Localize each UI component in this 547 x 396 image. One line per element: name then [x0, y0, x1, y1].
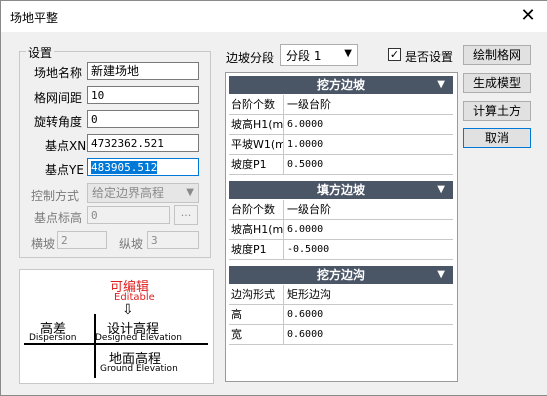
- control-mode-value: 给定边界高程: [92, 186, 165, 200]
- settings-group: [19, 51, 211, 258]
- slope-property-panel: 挖方边坡 ▼ 台阶个数一级台阶 坡高H1(m)6.0000 平坡W1(m)1.0…: [225, 72, 458, 382]
- row-key: 边沟形式: [231, 285, 284, 304]
- table-row[interactable]: 坡度P1 -0.5000: [229, 240, 453, 260]
- base-ye-selected-text: 483905.512: [91, 161, 158, 174]
- is-set-label: 是否设置: [405, 50, 454, 64]
- base-xn-input[interactable]: 4732362.521: [87, 134, 199, 152]
- site-name-input[interactable]: 新建场地: [87, 62, 199, 80]
- slope-segment-select[interactable]: 分段 1 ▼: [280, 44, 358, 66]
- row-key: 台阶个数: [231, 95, 284, 114]
- section-header-excavation-ditch[interactable]: 挖方边沟 ▼: [229, 266, 453, 284]
- section-title: 挖方边坡: [316, 78, 365, 92]
- table-row[interactable]: 坡度P1 0.5000: [229, 155, 453, 175]
- settings-group-title: 设置: [26, 44, 55, 61]
- site-leveling-dialog: 场地平整 ✕ 设置 场地名称 新建场地 格网间距 10 旋转角度 0 基点XN …: [0, 0, 547, 396]
- collapse-triangle-icon: ▼: [437, 269, 445, 280]
- row-value[interactable]: 0.5000: [287, 155, 323, 174]
- row-value[interactable]: 矩形边沟: [287, 285, 331, 304]
- row-key: 宽: [231, 325, 284, 344]
- site-name-label: 场地名称: [34, 66, 83, 80]
- section-header-fill-slope[interactable]: 填方边坡 ▼: [229, 181, 453, 199]
- draw-grid-button[interactable]: 绘制格网: [463, 45, 531, 65]
- designed-en-label: Designed Elevation: [95, 333, 182, 343]
- row-key: 坡度P1: [231, 155, 284, 174]
- elevation-diagram: 可编辑 Editable ⇩ 高差 Dispersion 设计高程 Design…: [19, 269, 214, 384]
- row-key: 坡高H1(m): [231, 115, 284, 134]
- section-title: 挖方边沟: [316, 268, 365, 282]
- cancel-button[interactable]: 取消: [463, 128, 531, 148]
- cross-slope-input[interactable]: 2: [57, 231, 107, 249]
- ground-en-label: Ground Elevation: [100, 364, 178, 374]
- cross-slope-label: 横坡: [31, 237, 56, 251]
- window-title: 场地平整: [10, 11, 59, 25]
- section-title: 填方边坡: [316, 183, 365, 197]
- row-key: 平坡W1(m): [231, 135, 284, 154]
- row-value[interactable]: 一级台阶: [287, 95, 331, 114]
- grid-spacing-label: 格网间距: [34, 91, 83, 105]
- is-set-checkbox[interactable]: ✓: [388, 48, 401, 61]
- control-mode-select[interactable]: 给定边界高程 ▼: [87, 183, 199, 203]
- generate-model-button[interactable]: 生成模型: [463, 73, 531, 93]
- collapse-triangle-icon: ▼: [437, 79, 445, 90]
- table-row[interactable]: 平坡W1(m)1.0000: [229, 135, 453, 155]
- base-ye-label: 基点YE: [45, 163, 84, 177]
- row-value[interactable]: 0.6000: [287, 305, 323, 324]
- chevron-down-icon: ▼: [344, 48, 352, 59]
- base-elev-label: 基点标高: [34, 211, 83, 225]
- table-row[interactable]: 坡高H1(m) 6.0000: [229, 115, 453, 135]
- grid-spacing-input[interactable]: 10: [87, 86, 199, 104]
- calculate-earthwork-button[interactable]: 计算土方: [463, 101, 531, 121]
- rotation-label: 旋转角度: [34, 115, 83, 129]
- table-row[interactable]: 宽 0.6000: [229, 325, 453, 345]
- row-value[interactable]: -0.5000: [287, 240, 329, 259]
- row-value[interactable]: 1.0000: [287, 135, 323, 154]
- row-value[interactable]: 一级台阶: [287, 200, 331, 219]
- row-value[interactable]: 6.0000: [287, 220, 323, 239]
- row-key: 台阶个数: [231, 200, 284, 219]
- slope-segment-value: 分段 1: [286, 49, 322, 63]
- base-elev-input[interactable]: 0: [87, 206, 170, 224]
- row-key: 坡高H1(m): [231, 220, 284, 239]
- slope-segment-label: 边坡分段: [226, 51, 275, 65]
- base-xn-label: 基点XN: [45, 139, 87, 153]
- title-bar: 场地平整 ✕: [1, 1, 547, 32]
- base-elev-browse-button[interactable]: ...: [174, 205, 198, 225]
- long-slope-label: 纵坡: [119, 237, 144, 251]
- row-value[interactable]: 0.6000: [287, 325, 323, 344]
- table-row[interactable]: 台阶个数 一级台阶: [229, 95, 453, 115]
- table-row[interactable]: 台阶个数 一级台阶: [229, 200, 453, 220]
- table-row[interactable]: 坡高H1(m) 6.0000: [229, 220, 453, 240]
- collapse-triangle-icon: ▼: [437, 184, 445, 195]
- long-slope-input[interactable]: 3: [147, 231, 199, 249]
- row-value[interactable]: 6.0000: [287, 115, 323, 134]
- rotation-input[interactable]: 0: [87, 110, 199, 128]
- chevron-down-icon: ▼: [186, 187, 194, 198]
- control-mode-label: 控制方式: [31, 189, 80, 203]
- close-icon[interactable]: ✕: [517, 5, 539, 27]
- section-header-excavation-slope[interactable]: 挖方边坡 ▼: [229, 76, 453, 94]
- row-key: 高: [231, 305, 284, 324]
- dispersion-en-label: Dispersion: [29, 333, 77, 343]
- row-key: 坡度P1: [231, 240, 284, 259]
- table-row[interactable]: 高 0.6000: [229, 305, 453, 325]
- base-ye-input[interactable]: 483905.512: [87, 158, 199, 176]
- table-row[interactable]: 边沟形式 矩形边沟: [229, 285, 453, 305]
